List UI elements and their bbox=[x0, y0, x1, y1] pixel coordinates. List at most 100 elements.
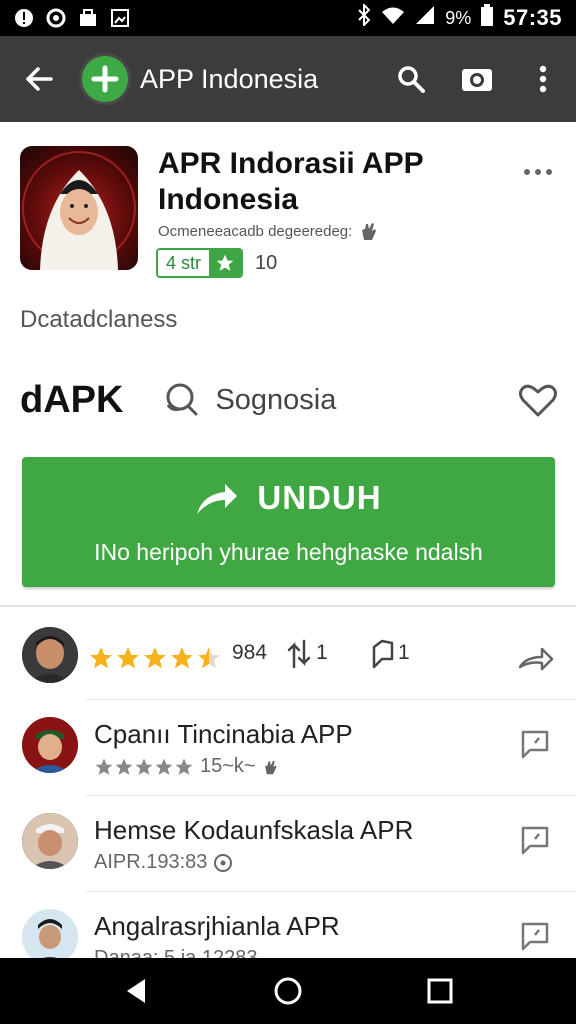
more-vert-icon bbox=[539, 65, 547, 93]
comments-count: 1 bbox=[398, 641, 410, 664]
review-meta: AIPR.193:83 bbox=[94, 851, 233, 874]
share-icon bbox=[518, 647, 554, 671]
comment-button[interactable] bbox=[516, 725, 554, 763]
search-bubble-icon bbox=[166, 383, 198, 416]
camera-icon bbox=[462, 69, 492, 91]
more-horiz-icon bbox=[524, 169, 552, 175]
wifi-icon bbox=[381, 5, 405, 31]
star-icon bbox=[95, 758, 113, 775]
meta-row: dAPK Sognosia bbox=[20, 376, 560, 424]
avatar-man-cap-image bbox=[22, 717, 78, 773]
divider bbox=[86, 795, 576, 796]
nav-back-button[interactable] bbox=[109, 964, 163, 1018]
category-label: Dcatadclaness bbox=[20, 306, 178, 333]
clock: 57:35 bbox=[503, 5, 562, 30]
nav-recents-icon bbox=[427, 978, 453, 1004]
star-icon bbox=[216, 254, 234, 271]
comment-button[interactable] bbox=[516, 821, 554, 859]
heart-icon bbox=[519, 384, 557, 417]
signal-icon bbox=[415, 5, 435, 31]
developer-name[interactable]: Ocmeneeacadb degeeredeg: bbox=[158, 223, 352, 240]
review-stars bbox=[94, 757, 194, 777]
star-half-icon bbox=[198, 647, 220, 669]
review-title: Hemse Kodaunfskasla APR bbox=[94, 815, 414, 845]
favorite-button[interactable] bbox=[516, 378, 560, 422]
avatar[interactable] bbox=[22, 627, 78, 683]
updates-icon bbox=[286, 639, 312, 669]
avatar bbox=[22, 909, 78, 965]
developer-row: Ocmeneeacadb degeeredeg: bbox=[158, 220, 378, 242]
review-title: Angalrasrjhianla APR bbox=[94, 911, 340, 941]
star-icon bbox=[135, 758, 153, 775]
avatar bbox=[22, 717, 78, 773]
star-icon bbox=[155, 758, 173, 775]
nav-recents-button[interactable] bbox=[413, 964, 467, 1018]
download-button[interactable]: UNDUH INo heripoh yhurae hehghaske ndals… bbox=[22, 457, 555, 587]
battery-percent: 9% bbox=[445, 7, 472, 28]
image-icon bbox=[110, 8, 130, 28]
rating-badge: 4 str bbox=[156, 248, 244, 278]
search-button[interactable] bbox=[378, 36, 444, 122]
comment-icon bbox=[521, 826, 549, 855]
app-bar-actions bbox=[378, 36, 576, 122]
page-title: APP Indonesia bbox=[140, 63, 319, 94]
comment-icon bbox=[521, 922, 549, 951]
back-button[interactable] bbox=[0, 36, 78, 122]
app-name: APR Indorasii APP Indonesia bbox=[158, 147, 424, 216]
avatar-man-cap-image bbox=[22, 813, 78, 869]
reviews-section: 984 1 1 Cpanıı Tincinabia APP 15~k~ Hems… bbox=[0, 606, 576, 969]
review-summary-row: 984 1 1 bbox=[0, 625, 576, 689]
overflow-menu-button[interactable] bbox=[510, 36, 576, 122]
system-nav-bar bbox=[0, 958, 576, 1024]
divider bbox=[86, 891, 576, 892]
avatar-man-image bbox=[22, 909, 78, 965]
star-icon bbox=[175, 758, 193, 775]
review-meta: 15~k~ bbox=[94, 755, 278, 778]
comments-icon bbox=[370, 639, 396, 669]
download-subtext: INo heripoh yhurae hehghaske ndalsh bbox=[94, 539, 483, 565]
star-icon bbox=[171, 647, 193, 669]
summary-stars bbox=[88, 645, 222, 671]
app-bar: APP Indonesia bbox=[0, 36, 576, 122]
back-arrow-icon bbox=[26, 67, 53, 91]
avatar-man-image bbox=[22, 627, 78, 683]
source-label[interactable]: Sognosia bbox=[215, 384, 336, 417]
app-detail-card: APR Indorasii APP Indonesia Ocmeneeacadb… bbox=[0, 122, 576, 606]
rating-value: 4 str bbox=[166, 252, 202, 273]
apk-label: dAPK bbox=[20, 378, 124, 421]
review-sub-text: AIPR.193:83 bbox=[94, 851, 208, 873]
review-title: Cpanıı Tincinabia APP bbox=[94, 719, 353, 749]
list-item[interactable]: Hemse Kodaunfskasla APR AIPR.193:83 bbox=[0, 795, 576, 891]
star-icon bbox=[144, 647, 166, 669]
nav-home-icon bbox=[274, 977, 302, 1005]
share-arrow-icon bbox=[197, 484, 238, 514]
updates-count: 1 bbox=[316, 641, 328, 664]
rating-star-box bbox=[209, 250, 242, 276]
share-button[interactable] bbox=[516, 641, 556, 677]
list-item[interactable]: Cpanıı Tincinabia APP 15~k~ bbox=[0, 699, 576, 795]
camera-button[interactable] bbox=[444, 36, 510, 122]
flag-comment-icon bbox=[372, 639, 394, 669]
plus-leaf-icon bbox=[91, 65, 119, 93]
nav-home-button[interactable] bbox=[261, 964, 315, 1018]
portrait-hijab-image bbox=[22, 151, 136, 270]
clock-icon bbox=[214, 853, 233, 872]
search-icon bbox=[398, 66, 425, 93]
star-icon bbox=[117, 647, 139, 669]
avatar bbox=[22, 813, 78, 869]
more-options-button[interactable] bbox=[514, 158, 562, 186]
bluetooth-icon bbox=[357, 2, 371, 32]
download-count: 984 bbox=[232, 641, 268, 664]
star-icon bbox=[115, 758, 133, 775]
download-top-row: UNDUH bbox=[22, 479, 555, 517]
comment-button[interactable] bbox=[516, 917, 554, 955]
status-bar: 9% 57:35 bbox=[0, 0, 576, 36]
app-icon bbox=[20, 146, 138, 270]
battery-icon bbox=[481, 4, 494, 32]
rating-count: 10 bbox=[255, 251, 278, 274]
star-icon bbox=[90, 647, 112, 669]
divider bbox=[86, 699, 576, 700]
app-logo bbox=[82, 56, 128, 102]
source-search-icon bbox=[161, 380, 201, 420]
rating-row: 4 str 10 bbox=[156, 248, 277, 278]
